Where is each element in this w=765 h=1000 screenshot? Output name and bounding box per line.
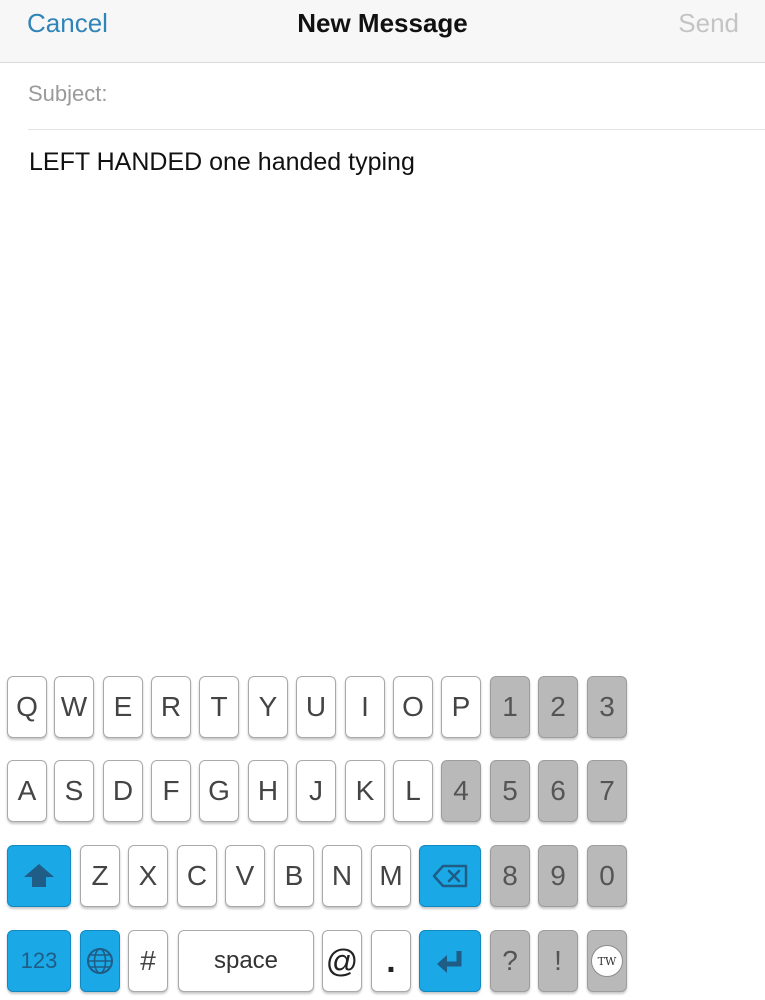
hash-key[interactable]: # <box>128 930 168 992</box>
globe-key[interactable] <box>80 930 120 992</box>
key-j[interactable]: J <box>296 760 336 822</box>
backspace-key[interactable] <box>419 845 481 907</box>
key-b[interactable]: B <box>274 845 314 907</box>
key-s[interactable]: S <box>54 760 94 822</box>
key-g[interactable]: G <box>199 760 239 822</box>
key-3[interactable]: 3 <box>587 676 627 738</box>
compose-screen: Cancel New Message Send Subject: LEFT HA… <box>0 0 765 1000</box>
key-v[interactable]: V <box>225 845 265 907</box>
key-m[interactable]: M <box>371 845 411 907</box>
key-z[interactable]: Z <box>80 845 120 907</box>
backspace-icon <box>432 864 468 888</box>
subject-field[interactable]: Subject: <box>28 63 765 130</box>
question-key[interactable]: ? <box>490 930 530 992</box>
key-5[interactable]: 5 <box>490 760 530 822</box>
page-title: New Message <box>297 8 468 38</box>
key-i[interactable]: I <box>345 676 385 738</box>
key-k[interactable]: K <box>345 760 385 822</box>
key-8[interactable]: 8 <box>490 845 530 907</box>
key-a[interactable]: A <box>7 760 47 822</box>
key-n[interactable]: N <box>322 845 362 907</box>
period-key[interactable]: . <box>371 930 411 992</box>
message-body[interactable]: LEFT HANDED one handed typing <box>29 148 415 177</box>
key-x[interactable]: X <box>128 845 168 907</box>
key-0[interactable]: 0 <box>587 845 627 907</box>
shift-icon <box>24 864 54 887</box>
key-o[interactable]: O <box>393 676 433 738</box>
key-u[interactable]: U <box>296 676 336 738</box>
space-key[interactable]: space <box>178 930 314 992</box>
key-p[interactable]: P <box>441 676 481 738</box>
key-r[interactable]: R <box>151 676 191 738</box>
key-e[interactable]: E <box>103 676 143 738</box>
key-w[interactable]: W <box>54 676 94 738</box>
key-9[interactable]: 9 <box>538 845 578 907</box>
key-y[interactable]: Y <box>248 676 288 738</box>
key-2[interactable]: 2 <box>538 676 578 738</box>
key-1[interactable]: 1 <box>490 676 530 738</box>
key-d[interactable]: D <box>103 760 143 822</box>
globe-icon <box>87 948 113 974</box>
key-c[interactable]: C <box>177 845 217 907</box>
return-icon <box>437 951 462 973</box>
key-q[interactable]: Q <box>7 676 47 738</box>
key-6[interactable]: 6 <box>538 760 578 822</box>
at-key[interactable]: @ <box>322 930 362 992</box>
key-l[interactable]: L <box>393 760 433 822</box>
typewise-key[interactable]: TW <box>587 930 627 992</box>
numbers-key[interactable]: 123 <box>7 930 71 992</box>
key-7[interactable]: 7 <box>587 760 627 822</box>
key-4[interactable]: 4 <box>441 760 481 822</box>
send-button[interactable]: Send <box>678 8 739 39</box>
keyboard: Q W E R T Y U I O P 1 2 3 A S D F G H J … <box>0 660 765 1000</box>
key-f[interactable]: F <box>151 760 191 822</box>
navigation-bar: Cancel New Message Send <box>0 0 765 63</box>
subject-label: Subject: <box>28 81 108 106</box>
exclamation-key[interactable]: ! <box>538 930 578 992</box>
shift-key[interactable] <box>7 845 71 907</box>
tw-logo-icon: TW <box>591 945 623 977</box>
key-t[interactable]: T <box>199 676 239 738</box>
return-key[interactable] <box>419 930 481 992</box>
cancel-button[interactable]: Cancel <box>27 8 108 39</box>
key-h[interactable]: H <box>248 760 288 822</box>
